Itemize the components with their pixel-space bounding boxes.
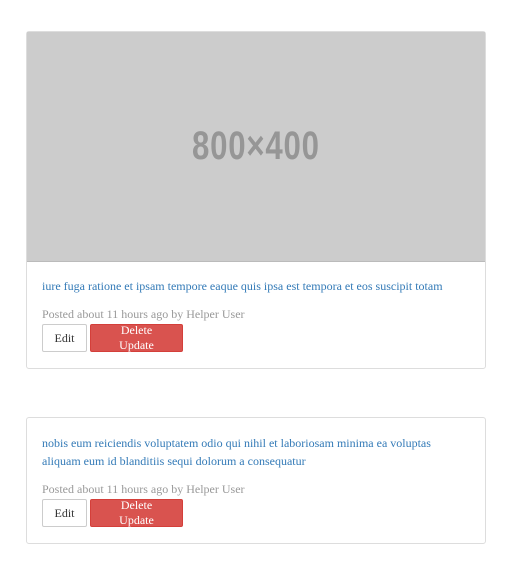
update-body: nobis eum reiciendis voluptatem odio qui…	[42, 434, 470, 527]
update-content-link[interactable]: nobis eum reiciendis voluptatem odio qui…	[42, 434, 470, 470]
update-card: nobis eum reiciendis voluptatem odio qui…	[26, 417, 486, 544]
edit-button[interactable]: Edit	[42, 324, 87, 352]
delete-update-button[interactable]: Delete Update	[90, 323, 183, 352]
edit-button[interactable]: Edit	[42, 499, 87, 527]
update-content-link[interactable]: iure fuga ratione et ipsam tempore eaque…	[42, 277, 470, 295]
update-actions: Edit Delete Update	[42, 498, 470, 527]
update-image: 800×400	[27, 32, 485, 262]
delete-update-button[interactable]: Delete Update	[90, 498, 183, 527]
update-meta: Posted about 11 hours ago by Helper User	[42, 307, 245, 321]
update-meta: Posted about 11 hours ago by Helper User	[42, 482, 245, 496]
image-placeholder-label: 800×400	[192, 124, 320, 168]
update-card: 800×400 iure fuga ratione et ipsam tempo…	[26, 31, 486, 369]
update-body: iure fuga ratione et ipsam tempore eaque…	[42, 277, 470, 352]
update-actions: Edit Delete Update	[42, 323, 470, 352]
